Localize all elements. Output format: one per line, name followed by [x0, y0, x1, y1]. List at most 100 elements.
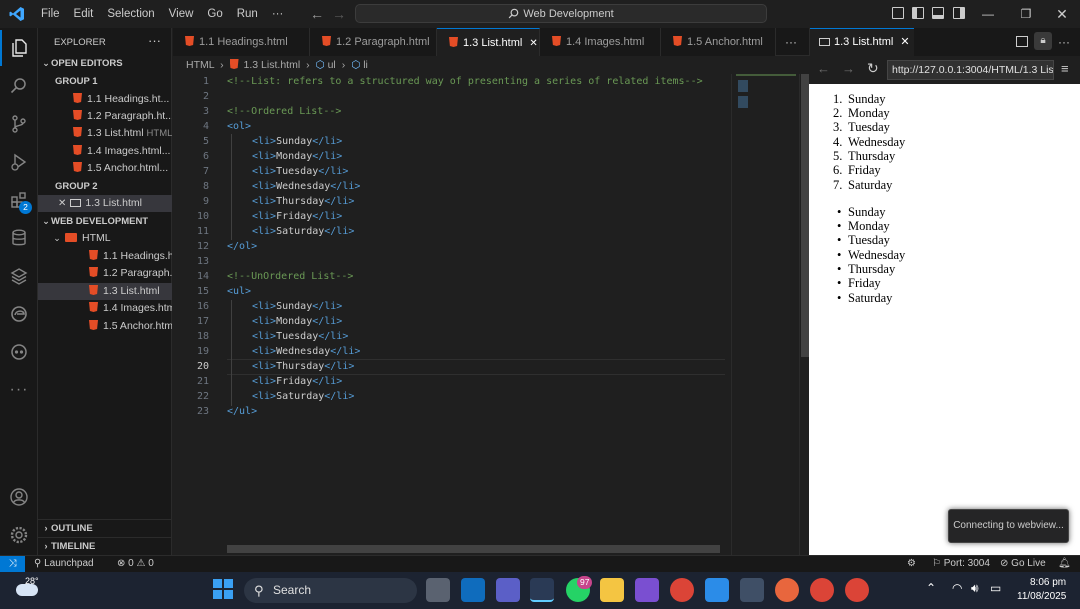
database-icon[interactable] [0, 220, 38, 256]
file-item[interactable]: 1.5 Anchor.html [38, 318, 172, 335]
timeline-header[interactable]: › TIMELINE [38, 537, 172, 554]
windows-start-icon[interactable] [213, 579, 233, 599]
weather-widget[interactable]: 28° [14, 576, 39, 598]
file-item[interactable]: 1.4 Images.html [38, 300, 172, 317]
menu-file[interactable]: File [34, 0, 67, 28]
minimap[interactable] [731, 74, 799, 555]
chrome-profile-icon[interactable] [810, 578, 834, 602]
open-editor-item-selected[interactable]: ✕ 1.3 List.html [38, 195, 172, 212]
clock-date[interactable]: 11/08/2025 [1017, 591, 1066, 602]
command-center-search[interactable]: Web Development [355, 4, 767, 23]
menu-edit[interactable]: Edit [67, 0, 101, 28]
reload-icon[interactable]: ↻ [867, 60, 879, 77]
remote-indicator-icon[interactable]: ⤨ [0, 556, 25, 572]
breadcrumb-li[interactable]: li [363, 59, 368, 71]
code-editor[interactable]: 1 2 3 4 5 6 7 8 9 10 11 12 13 14 15 16 1… [173, 74, 809, 555]
forward-arrow-icon[interactable]: → [842, 61, 855, 76]
file-item[interactable]: 1.2 Paragraph.ht... [38, 265, 172, 282]
lock-icon[interactable]: 🔒︎ [1034, 32, 1052, 50]
extensions-icon[interactable] [0, 182, 38, 218]
breadcrumb-folder[interactable]: HTML [186, 59, 214, 71]
breadcrumb-ul[interactable]: ul [328, 59, 336, 71]
app-icon[interactable] [635, 578, 659, 602]
close-window-icon[interactable]: ✕ [1044, 0, 1080, 28]
launchpad-item[interactable]: ⚲ Launchpad [34, 556, 94, 572]
open-editor-item[interactable]: 1.5 Anchor.html... [38, 160, 172, 177]
settings-gear-icon[interactable] [0, 517, 38, 553]
tab-anchor[interactable]: 1.5 Anchor.html [661, 28, 776, 56]
tab-images[interactable]: 1.4 Images.html [540, 28, 661, 56]
vscode-taskbar-icon[interactable] [530, 578, 554, 602]
menu-run[interactable]: Run [230, 0, 265, 28]
file-item-selected[interactable]: 1.3 List.html [38, 283, 172, 300]
volume-icon[interactable]: 🔊︎ [971, 581, 979, 596]
preview-more-icon[interactable]: ··· [1058, 35, 1070, 49]
toggle-secondary-sidebar-icon[interactable] [953, 7, 965, 19]
taskbar-search[interactable]: ⚲ Search [244, 578, 417, 603]
menu-view[interactable]: View [162, 0, 201, 28]
accounts-icon[interactable] [0, 479, 38, 515]
back-arrow-icon[interactable]: ← [306, 6, 328, 22]
customize-layout-icon[interactable] [892, 7, 904, 19]
outline-header[interactable]: › OUTLINE [38, 519, 172, 536]
problems-item[interactable]: ⊗ 0 ⚠ 0 [117, 556, 154, 572]
tab-headings[interactable]: 1.1 Headings.html [173, 28, 310, 56]
scrollbar-thumb[interactable] [801, 74, 809, 357]
chrome-profile-icon[interactable] [845, 578, 869, 602]
copilot-app-icon[interactable] [705, 578, 729, 602]
broadcast-icon[interactable]: ⚙ [907, 556, 916, 572]
file-explorer-icon[interactable] [600, 578, 624, 602]
open-editor-item[interactable]: 1.1 Headings.ht... [38, 91, 172, 108]
clock-time[interactable]: 8:06 pm [1030, 577, 1066, 588]
tab-preview[interactable]: 1.3 List.html ✕ [810, 28, 914, 56]
layers-icon[interactable] [0, 258, 38, 294]
split-editor-icon[interactable] [1016, 36, 1028, 47]
search-icon[interactable] [0, 68, 38, 104]
close-tab-icon[interactable]: ✕ [529, 38, 537, 49]
davinci-icon[interactable] [740, 578, 764, 602]
workspace-header[interactable]: ⌄WEB DEVELOPMENT [38, 213, 172, 230]
breadcrumb-file[interactable]: 1.3 List.html [244, 59, 301, 71]
vertical-scrollbar[interactable] [799, 74, 809, 555]
notification-bell-icon[interactable]: 🔔︎ [1058, 556, 1071, 572]
copilot-icon[interactable] [0, 334, 38, 370]
open-editor-item[interactable]: 1.2 Paragraph.ht... [38, 108, 172, 125]
toggle-panel-icon[interactable] [932, 7, 944, 19]
app-icon[interactable] [775, 578, 799, 602]
source-control-icon[interactable] [0, 106, 38, 142]
forward-arrow-icon[interactable]: → [328, 6, 350, 22]
tabs-more-icon[interactable]: ··· [785, 35, 797, 49]
more-views-icon[interactable]: ··· [0, 372, 38, 408]
run-and-debug-icon[interactable] [0, 144, 38, 180]
open-editor-item[interactable]: 1.4 Images.html... [38, 143, 172, 160]
file-item[interactable]: 1.1 Headings.html [38, 248, 172, 265]
folder-html[interactable]: ⌄ HTML [38, 230, 172, 247]
port-item[interactable]: ⚐ Port: 3004 [932, 556, 990, 572]
toggle-primary-sidebar-icon[interactable] [912, 7, 924, 19]
tab-paragraph[interactable]: 1.2 Paragraph.html [310, 28, 437, 56]
menu-selection[interactable]: Selection [100, 0, 161, 28]
back-arrow-icon[interactable]: ← [817, 61, 830, 76]
maximize-icon[interactable]: ❐ [1008, 0, 1044, 28]
menu-go[interactable]: Go [200, 0, 229, 28]
edge-browser-icon[interactable] [0, 296, 38, 332]
menu-more[interactable]: ··· [265, 0, 291, 28]
tab-list[interactable]: 1.3 List.html ✕ [437, 28, 540, 56]
go-live-button[interactable]: ⊘ Go Live [1000, 556, 1046, 572]
open-editors-header[interactable]: ⌄OPEN EDITORS [38, 55, 172, 72]
menu-icon[interactable]: ≡ [1061, 61, 1069, 76]
minimize-icon[interactable]: — [970, 0, 1006, 28]
open-editor-item[interactable]: 1.3 List.html HTML [38, 125, 172, 142]
url-input[interactable]: http://127.0.0.1:3004/HTML/1.3 List.html [887, 60, 1054, 80]
chrome-icon[interactable] [670, 578, 694, 602]
chevron-up-icon[interactable]: ⌃ [926, 581, 936, 595]
explorer-more-icon[interactable]: ··· [148, 33, 161, 48]
explorer-icon[interactable] [0, 30, 38, 66]
close-tab-icon[interactable]: ✕ [900, 36, 909, 48]
close-icon[interactable]: ✕ [58, 198, 66, 209]
task-view-icon[interactable] [426, 578, 450, 602]
battery-icon[interactable]: ▭ [990, 581, 1001, 595]
wifi-icon[interactable]: ◠ [952, 581, 962, 595]
teams-icon[interactable] [496, 578, 520, 602]
horizontal-scrollbar-thumb[interactable] [227, 545, 720, 553]
